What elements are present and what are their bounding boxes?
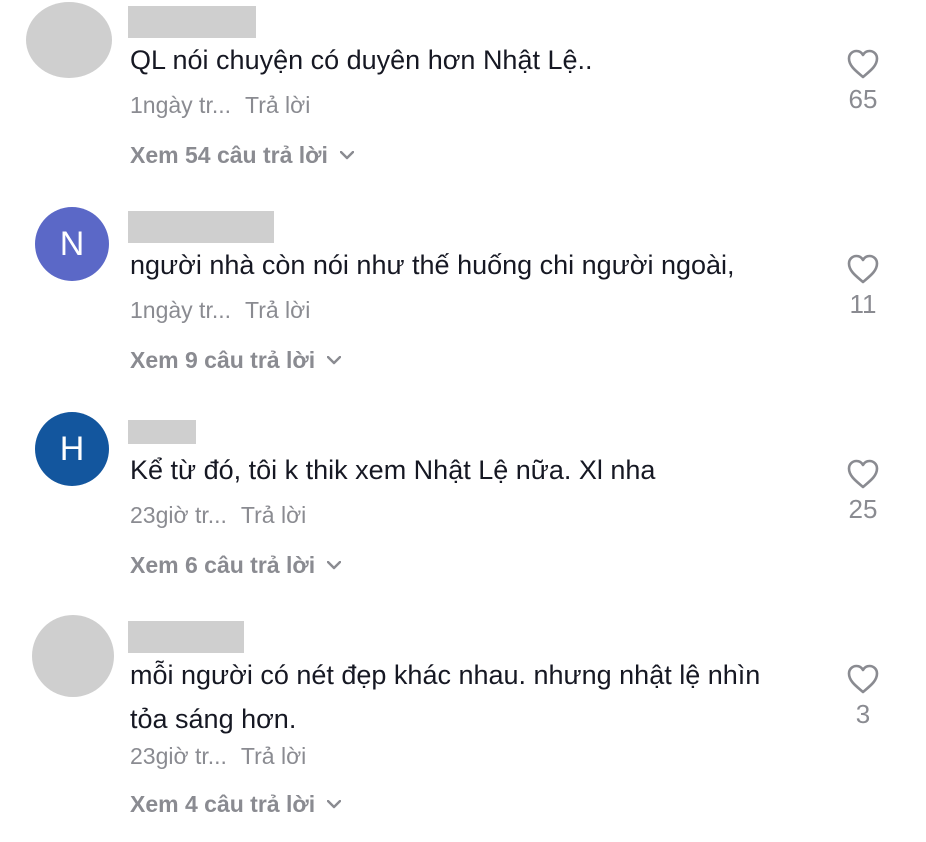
view-replies-label: Xem 54 câu trả lời [130,142,328,168]
comment-text: QL nói chuyện có duyên hơn Nhật Lệ.. [130,45,593,75]
heart-icon [847,254,879,284]
like-button[interactable]: 25 [828,458,898,525]
avatar[interactable]: N [35,207,109,281]
like-button[interactable]: 65 [828,48,898,115]
like-button[interactable]: 11 [828,253,898,320]
chevron-down-icon [327,356,342,365]
comment-meta: 23giờ tr... Trả lời [130,502,306,529]
comment-meta: 1ngày tr... Trả lời [130,92,310,119]
view-replies-label: Xem 6 câu trả lời [130,552,316,578]
reply-button[interactable]: Trả lời [245,297,310,324]
comment-text: mỗi người có nét đẹp khác nhau. nhưng nh… [130,660,768,734]
comment-time: 1ngày tr... [130,92,232,118]
chevron-down-icon [327,800,342,809]
comment-item: QL nói chuyện có duyên hơn Nhật Lệ.. 1ng… [0,0,926,200]
view-replies-button[interactable]: Xem 6 câu trả lời [130,552,342,579]
chevron-down-icon [339,151,354,160]
like-button[interactable]: 3 [828,663,898,730]
view-replies-label: Xem 4 câu trả lời [130,791,316,817]
like-count: 25 [848,494,878,524]
comment-meta: 23giờ tr... Trả lời [130,743,306,770]
comment-item: H Kể từ đó, tôi k thik xem Nhật Lệ nữa. … [0,410,926,610]
comment-text: Kể từ đó, tôi k thik xem Nhật Lệ nữa. Xl… [130,455,656,485]
username-redacted[interactable] [128,6,256,38]
avatar-letter: N [59,224,85,263]
avatar[interactable]: H [35,412,109,486]
heart-icon [847,49,879,79]
username-redacted[interactable] [128,211,274,243]
username-redacted[interactable] [128,420,196,444]
view-replies-button[interactable]: Xem 54 câu trả lời [130,142,354,169]
avatar[interactable] [32,615,114,697]
comment-text: người nhà còn nói như thế huống chi ngườ… [130,250,735,280]
comment-time: 1ngày tr... [130,297,232,323]
reply-button[interactable]: Trả lời [241,502,306,529]
like-count: 65 [848,84,878,114]
like-count: 3 [855,699,871,729]
view-replies-button[interactable]: Xem 4 câu trả lời [130,791,342,818]
like-count: 11 [849,289,877,319]
heart-icon [847,459,879,489]
comment-item: N người nhà còn nói như thế huống chi ng… [0,205,926,405]
username-redacted[interactable] [128,621,244,653]
comment-item: mỗi người có nét đẹp khác nhau. nhưng nh… [0,615,926,842]
avatar[interactable] [26,2,112,78]
chevron-down-icon [327,561,342,570]
view-replies-label: Xem 9 câu trả lời [130,347,316,373]
comment-meta: 1ngày tr... Trả lời [130,297,310,324]
reply-button[interactable]: Trả lời [245,92,310,119]
view-replies-button[interactable]: Xem 9 câu trả lời [130,347,342,374]
reply-button[interactable]: Trả lời [241,743,306,770]
heart-icon [847,664,879,694]
comment-time: 23giờ tr... [130,743,227,769]
avatar-letter: H [59,429,85,468]
comment-time: 23giờ tr... [130,502,227,528]
